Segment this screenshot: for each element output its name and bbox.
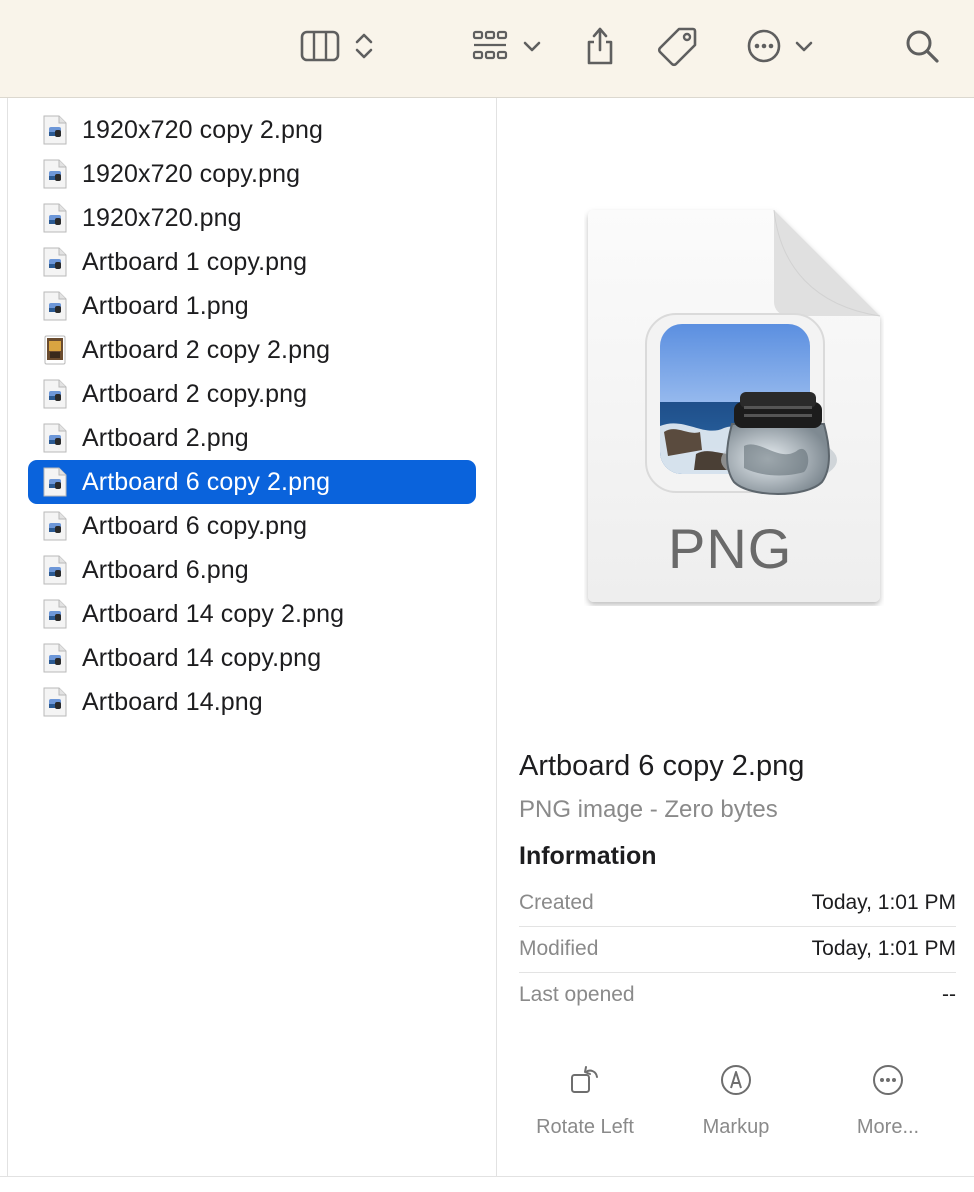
info-row-last-opened: Last opened -- (519, 972, 956, 1018)
file-row[interactable]: Artboard 1 copy.png (28, 240, 476, 284)
file-name: 1920x720.png (82, 203, 242, 232)
file-name: Artboard 6 copy 2.png (82, 467, 331, 496)
file-name: Artboard 1.png (82, 291, 249, 320)
png-file-icon (42, 291, 68, 321)
info-key: Created (519, 891, 594, 914)
png-file-icon (42, 379, 68, 409)
file-name: Artboard 2 copy.png (82, 379, 308, 408)
file-row[interactable]: Artboard 2 copy.png (28, 372, 476, 416)
file-row[interactable]: Artboard 1.png (28, 284, 476, 328)
file-row[interactable]: Artboard 14 copy.png (28, 636, 476, 680)
file-row[interactable]: Artboard 6.png (28, 548, 476, 592)
png-file-icon (42, 643, 68, 673)
image-thumbnail-icon (42, 335, 68, 365)
file-name: Artboard 2.png (82, 423, 249, 452)
file-row[interactable]: Artboard 2 copy 2.png (28, 328, 476, 372)
sidebar-edge (0, 98, 8, 1176)
file-name: Artboard 14.png (82, 687, 263, 716)
png-file-icon (42, 203, 68, 233)
file-row[interactable]: Artboard 14.png (28, 680, 476, 724)
file-name: 1920x720 copy 2.png (82, 115, 323, 144)
share-icon[interactable] (578, 22, 622, 70)
file-row[interactable]: Artboard 6 copy.png (28, 504, 476, 548)
rotate-left-label: Rotate Left (536, 1116, 634, 1138)
file-name: Artboard 2 copy 2.png (82, 335, 331, 364)
toolbar (0, 0, 974, 98)
png-file-icon (42, 115, 68, 145)
status-bar (0, 1176, 974, 1192)
file-name: Artboard 14 copy 2.png (82, 599, 345, 628)
file-name: Artboard 14 copy.png (82, 643, 322, 672)
info-key: Modified (519, 937, 599, 960)
more-button[interactable]: More... (813, 1060, 963, 1139)
file-row[interactable]: 1920x720 copy 2.png (28, 108, 476, 152)
chevron-down-icon[interactable] (792, 22, 816, 70)
file-row[interactable]: Artboard 6 copy 2.png (28, 460, 476, 504)
png-file-icon (42, 511, 68, 541)
png-file-icon (42, 555, 68, 585)
file-list: 1920x720 copy 2.png 1920x720 copy.png 1920… (8, 98, 497, 1176)
file-row[interactable]: 1920x720 copy.png (28, 152, 476, 196)
file-row[interactable]: 1920x720.png (28, 196, 476, 240)
more-ellipsis-icon[interactable] (742, 22, 786, 70)
more-ellipsis-icon (813, 1060, 963, 1100)
file-name: Artboard 1 copy.png (82, 247, 308, 276)
preview-title: Artboard 6 copy 2.png (519, 750, 805, 782)
more-label: More... (856, 1116, 920, 1138)
preview-subtitle: PNG image - Zero bytes (519, 796, 778, 823)
png-file-icon (42, 247, 68, 277)
info-row-created: Created Today, 1:01 PM (519, 880, 956, 926)
info-value: Today, 1:01 PM (811, 937, 956, 960)
file-row[interactable]: Artboard 2.png (28, 416, 476, 460)
information-heading: Information (519, 842, 657, 870)
png-file-icon (42, 467, 68, 497)
sort-updown-icon[interactable] (350, 22, 378, 70)
info-row-modified: Modified Today, 1:01 PM (519, 926, 956, 972)
markup-button[interactable]: Markup (661, 1060, 811, 1139)
tag-icon[interactable] (654, 22, 702, 70)
file-name: 1920x720 copy.png (82, 159, 301, 188)
group-grid-icon[interactable] (466, 22, 514, 70)
markup-pen-icon (661, 1060, 811, 1100)
info-key: Last opened (519, 983, 635, 1006)
columns-view-icon[interactable] (296, 22, 344, 70)
file-name: Artboard 6 copy.png (82, 511, 308, 540)
info-value: -- (942, 983, 956, 1006)
markup-label: Markup (702, 1116, 770, 1138)
file-type-label: PNG (668, 517, 793, 580)
search-icon[interactable] (900, 22, 944, 70)
file-name: Artboard 6.png (82, 555, 249, 584)
info-value: Today, 1:01 PM (811, 891, 956, 914)
png-file-icon (42, 423, 68, 453)
png-file-icon (42, 159, 68, 189)
png-file-icon (42, 599, 68, 629)
chevron-down-icon[interactable] (520, 22, 544, 70)
rotate-left-icon (510, 1060, 660, 1100)
png-file-icon (42, 687, 68, 717)
preview-pane: PNG Artboard 6 copy 2.png PNG image - Ze… (498, 98, 974, 1176)
file-row[interactable]: Artboard 14 copy 2.png (28, 592, 476, 636)
rotate-left-button[interactable]: Rotate Left (510, 1060, 660, 1139)
